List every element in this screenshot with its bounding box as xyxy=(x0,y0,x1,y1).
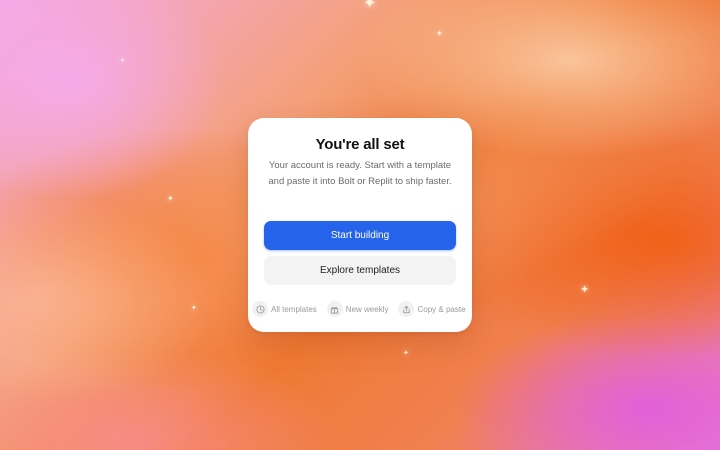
feature-new-weekly: New weekly xyxy=(326,301,389,317)
sparkle-icon: ✦ xyxy=(191,305,197,312)
explore-templates-button[interactable]: Explore templates xyxy=(264,256,456,285)
feature-copy-paste: Copy & paste xyxy=(398,301,466,317)
feature-label: Copy & paste xyxy=(417,304,466,314)
feature-label: New weekly xyxy=(345,304,389,314)
feature-all-templates: All templates xyxy=(252,301,317,317)
feature-label: All templates xyxy=(271,304,317,314)
sparkle-icon: ✦ xyxy=(363,0,377,12)
start-building-button[interactable]: Start building xyxy=(264,221,456,250)
sparkle-icon: ✦ xyxy=(403,350,409,357)
dialog-title: You're all set xyxy=(315,136,405,153)
feature-list: All templates New weekly Copy & paste xyxy=(252,300,472,318)
gift-icon xyxy=(326,301,343,317)
sparkle-icon: ✦ xyxy=(580,284,590,296)
share-icon xyxy=(398,301,415,317)
sparkle-icon: ✦ xyxy=(120,58,126,64)
clock-icon xyxy=(252,301,268,317)
dialog-subtitle: Your account is ready. Start with a temp… xyxy=(268,160,452,187)
background-canvas: ✦ ✦ ✦ ✦ ✦ ✦ ✦ You're all set Your accoun… xyxy=(0,0,720,450)
sparkle-icon: ✦ xyxy=(167,194,174,203)
onboarding-dialog: You're all set Your account is ready. St… xyxy=(248,118,472,332)
sparkle-icon: ✦ xyxy=(436,29,443,38)
